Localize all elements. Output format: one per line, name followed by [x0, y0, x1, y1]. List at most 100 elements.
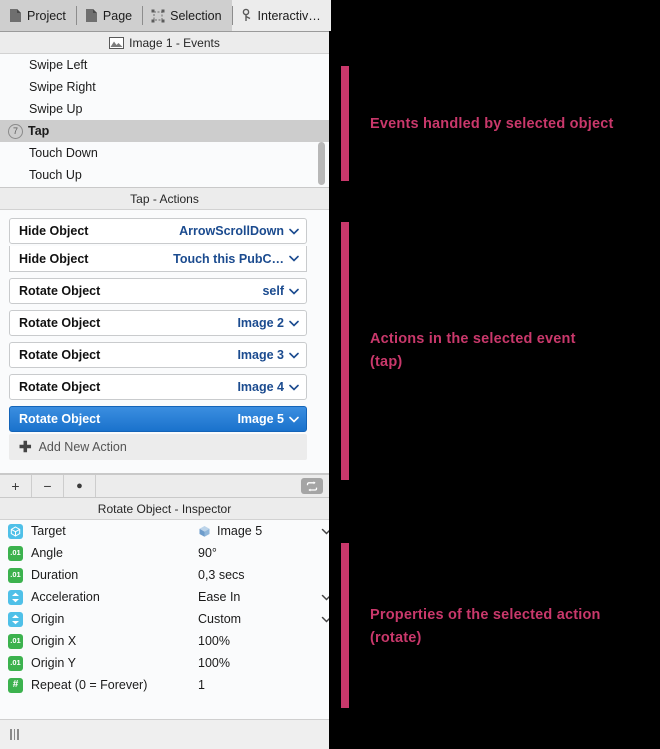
inspector-row-target[interactable]: Target Image 5	[0, 520, 329, 542]
chevron-down-icon	[289, 320, 299, 327]
event-label: Touch Up	[29, 168, 82, 182]
chevron-down-icon	[289, 255, 299, 262]
chevron-down-icon[interactable]	[321, 528, 329, 535]
actions-section-title: Tap - Actions	[130, 191, 199, 206]
interactive-icon	[241, 8, 253, 23]
inspector-label: Repeat (0 = Forever)	[31, 678, 148, 692]
add-action-button[interactable]: +	[0, 475, 32, 497]
events-section-title: Image 1 - Events	[129, 35, 220, 50]
tab-page-label: Page	[102, 8, 133, 23]
event-row[interactable]: Swipe Right	[0, 76, 329, 98]
add-new-action-label: Add New Action	[38, 440, 127, 454]
action-row[interactable]: Rotate Object self	[9, 278, 307, 304]
inspector-value-label: Ease In	[198, 590, 241, 604]
action-row[interactable]: Hide Object Touch this PubC…	[9, 246, 307, 272]
action-name: Hide Object	[19, 251, 89, 266]
events-section-header: Image 1 - Events	[0, 32, 329, 54]
event-count-badge: 7	[8, 123, 23, 139]
inspector-row-duration[interactable]: .01 Duration 0,3 secs	[0, 564, 329, 586]
stepper-icon	[8, 611, 23, 627]
inspector-row-origin-y[interactable]: .01 Origin Y 100%	[0, 652, 329, 674]
chevron-down-icon[interactable]	[321, 616, 329, 623]
cube-icon	[198, 525, 211, 538]
inspector-row-angle[interactable]: .01 Angle 90°	[0, 542, 329, 564]
inspector-value[interactable]: Custom	[198, 612, 241, 626]
action-name: Rotate Object	[19, 316, 101, 330]
action-name: Rotate Object	[19, 380, 101, 394]
inspector-value[interactable]: 0,3 secs	[198, 568, 245, 582]
add-new-action-button[interactable]: ✚ Add New Action	[9, 434, 307, 460]
action-target[interactable]: Image 4	[237, 380, 299, 394]
decimal-icon: .01	[8, 545, 23, 561]
inspector-row-origin[interactable]: Origin Custom	[0, 608, 329, 630]
inspector-row-repeat[interactable]: # Repeat (0 = Forever) 1	[0, 674, 329, 696]
action-row-selected[interactable]: Rotate Object Image 5	[9, 406, 307, 432]
action-target-label: ArrowScrollDown	[179, 224, 284, 238]
chevron-down-icon[interactable]	[321, 594, 329, 601]
action-target-label: Touch this PubC…	[173, 251, 284, 266]
events-list[interactable]: Swipe Left Swipe Right Swipe Up 7 Tap To…	[0, 54, 329, 188]
action-target[interactable]: self	[262, 284, 299, 298]
annotation-bar-events	[341, 66, 349, 181]
events-scrollbar-thumb[interactable]	[318, 142, 325, 185]
tab-project-label: Project	[27, 8, 66, 23]
chevron-down-icon	[289, 352, 299, 359]
decimal-icon: .01	[8, 633, 23, 649]
plus-icon: ✚	[19, 438, 32, 456]
event-row[interactable]: Touch Up	[0, 164, 329, 186]
action-name: Rotate Object	[19, 284, 101, 298]
inspector-label: Origin X	[31, 634, 77, 648]
action-target[interactable]: Touch this PubC…	[173, 252, 299, 266]
inspector-value[interactable]: 90°	[198, 546, 217, 560]
action-name: Rotate Object	[19, 412, 101, 426]
action-target-label: Image 2	[237, 316, 284, 330]
inspector-value[interactable]: 1	[198, 678, 205, 692]
tab-page[interactable]: Page	[75, 0, 142, 31]
cube-icon	[8, 523, 23, 539]
actions-section-header: Tap - Actions	[0, 188, 329, 210]
record-action-button[interactable]: ●	[64, 475, 96, 497]
document-icon	[9, 8, 22, 23]
interactivity-panel: Project Page Selection Interactiv… Image…	[0, 0, 331, 749]
chevron-down-icon	[289, 384, 299, 391]
event-row-tap[interactable]: 7 Tap	[0, 120, 329, 142]
remove-action-button[interactable]: −	[32, 475, 64, 497]
action-target[interactable]: ArrowScrollDown	[179, 224, 299, 238]
decimal-icon: .01	[8, 567, 23, 583]
action-target[interactable]: Image 5	[237, 412, 299, 426]
action-row[interactable]: Rotate Object Image 4	[9, 374, 307, 400]
action-target[interactable]: Image 2	[237, 316, 299, 330]
tab-selection[interactable]: Selection	[142, 0, 231, 31]
chevron-down-icon	[289, 416, 299, 423]
action-target[interactable]: Image 3	[237, 348, 299, 362]
event-row[interactable]: Swipe Up	[0, 98, 329, 120]
inspector-section-header: Rotate Object - Inspector	[0, 498, 329, 520]
action-target-label: Image 5	[237, 412, 284, 426]
inspector-row-acceleration[interactable]: Acceleration Ease In	[0, 586, 329, 608]
event-label: Swipe Right	[29, 80, 96, 94]
loop-icon[interactable]	[301, 478, 323, 494]
actions-list[interactable]: Hide Object ArrowScrollDown Hide Object …	[0, 210, 329, 460]
grip-handle-icon[interactable]	[10, 729, 19, 740]
inspector-row-origin-x[interactable]: .01 Origin X 100%	[0, 630, 329, 652]
inspector-value[interactable]: 100%	[198, 634, 230, 648]
event-row[interactable]: Touch Down	[0, 142, 329, 164]
event-row[interactable]: Swipe Left	[0, 54, 329, 76]
inspector-value-label: Custom	[198, 612, 242, 626]
action-row[interactable]: Rotate Object Image 2	[9, 310, 307, 336]
status-bar	[0, 719, 329, 749]
tab-interactivity[interactable]: Interactiv…	[231, 0, 331, 31]
action-row[interactable]: Rotate Object Image 3	[9, 342, 307, 368]
action-name: Hide Object	[19, 224, 89, 238]
event-label: Swipe Up	[29, 102, 83, 116]
event-label: Tap	[28, 124, 50, 138]
inspector-value[interactable]: 100%	[198, 656, 230, 670]
annotation-text-actions: Actions in the selected event (tap)	[370, 331, 576, 370]
inspector-value[interactable]: Image 5	[198, 524, 262, 538]
tab-selection-label: Selection	[170, 8, 222, 23]
document-icon	[85, 8, 98, 23]
action-row[interactable]: Hide Object ArrowScrollDown	[9, 218, 307, 244]
event-label: Swipe Left	[29, 58, 88, 72]
tab-project[interactable]: Project	[0, 0, 76, 31]
inspector-value[interactable]: Ease In	[198, 590, 240, 604]
